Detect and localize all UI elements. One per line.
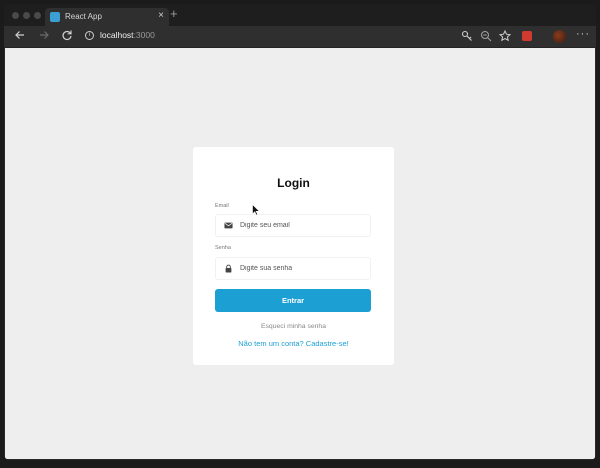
zoom-out-icon[interactable] — [480, 30, 492, 46]
email-label: Email — [215, 203, 229, 209]
page-viewport: Login Email Senha Entrar Esqueci minha s… — [5, 48, 595, 459]
forward-icon[interactable] — [37, 29, 51, 43]
url-port: :3000 — [133, 30, 155, 40]
site-info-icon[interactable]: i — [85, 31, 94, 40]
close-window-button[interactable] — [12, 12, 19, 19]
reload-icon[interactable] — [60, 29, 74, 43]
forgot-password-link[interactable]: Esqueci minha senha — [193, 323, 394, 330]
mouse-cursor-icon — [252, 204, 260, 216]
submit-button[interactable]: Entrar — [215, 289, 371, 312]
tab-react-app[interactable]: React App × — [45, 8, 169, 26]
page-title: Login — [277, 176, 310, 190]
star-icon[interactable] — [498, 29, 512, 46]
url-text: localhost:3000 — [100, 30, 155, 40]
password-input[interactable] — [240, 259, 365, 278]
extension-icon[interactable] — [522, 31, 532, 41]
profile-avatar[interactable] — [553, 30, 566, 43]
minimize-window-button[interactable] — [23, 12, 30, 19]
tab-bar: React App × + — [4, 4, 596, 26]
key-icon[interactable] — [461, 30, 473, 46]
address-bar[interactable]: i localhost:3000 — [84, 29, 454, 44]
tab-close-icon[interactable]: × — [158, 10, 164, 21]
browser-toolbar: i localhost:3000 ··· — [4, 26, 596, 48]
new-tab-button[interactable]: + — [170, 7, 178, 21]
email-input[interactable] — [240, 216, 365, 235]
tab-title: React App — [65, 12, 102, 21]
back-icon[interactable] — [13, 29, 27, 43]
email-field[interactable] — [215, 214, 371, 237]
password-label: Senha — [215, 245, 231, 251]
url-host: localhost — [100, 30, 134, 40]
signup-link[interactable]: Não tem um conta? Cadastre-se! — [193, 339, 394, 348]
browser-window: React App × + i localhost:3000 ··· Login… — [4, 4, 596, 460]
react-favicon-icon — [50, 12, 60, 22]
password-field[interactable] — [215, 257, 371, 280]
login-card: Login Email Senha Entrar Esqueci minha s… — [193, 147, 394, 365]
lock-icon — [225, 264, 232, 273]
maximize-window-button[interactable] — [34, 12, 41, 19]
more-menu-icon[interactable]: ··· — [576, 28, 590, 40]
mail-icon — [224, 222, 233, 229]
